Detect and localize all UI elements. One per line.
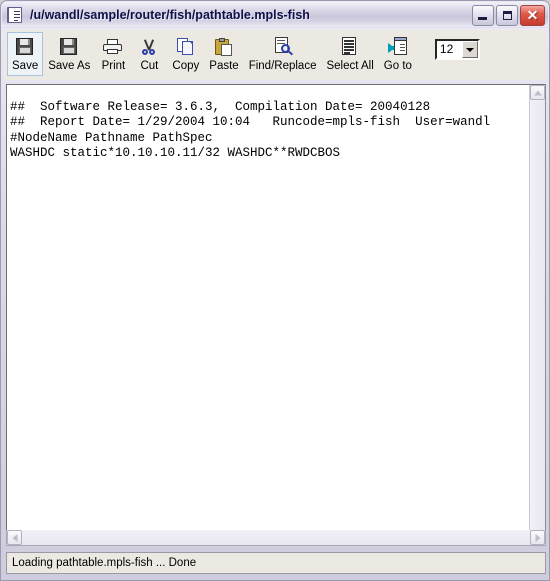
application-window-root: /u/wandl/sample/router/fish/pathtable.mp…: [0, 0, 550, 581]
horizontal-scrollbar[interactable]: [6, 530, 546, 546]
window-title: /u/wandl/sample/router/fish/pathtable.mp…: [30, 8, 310, 22]
floppy-disk-icon: [58, 36, 80, 58]
vertical-scrollbar[interactable]: [529, 85, 545, 545]
save-button-label: Save: [12, 60, 39, 72]
status-message: Loading pathtable.mpls-fish ... Done: [12, 557, 197, 569]
document-icon: [7, 6, 24, 24]
title-bar[interactable]: /u/wandl/sample/router/fish/pathtable.mp…: [2, 2, 548, 28]
select-all-button-label: Select All: [326, 60, 374, 72]
go-to-button[interactable]: Go to: [379, 32, 417, 76]
editor-content[interactable]: ## Software Release= 3.6.3, Compilation …: [10, 100, 527, 162]
floppy-disk-icon: [14, 36, 36, 58]
clipboard-icon: [213, 36, 235, 58]
status-bar: Loading pathtable.mpls-fish ... Done: [6, 552, 546, 574]
close-icon: ✕: [526, 7, 539, 23]
copy-button-label: Copy: [172, 60, 200, 72]
text-editor-window: /u/wandl/sample/router/fish/pathtable.mp…: [0, 0, 550, 581]
font-size-control: 12: [434, 37, 480, 61]
minimize-button[interactable]: [472, 4, 494, 26]
cut-button-label: Cut: [140, 60, 159, 72]
paste-button[interactable]: Paste: [204, 32, 243, 76]
find-replace-button-label: Find/Replace: [248, 60, 317, 72]
document-lines-icon: [339, 36, 361, 58]
minimize-icon: [478, 16, 487, 20]
save-as-button[interactable]: Save As: [43, 32, 95, 76]
scroll-right-arrow-icon: [535, 533, 540, 542]
find-replace-button[interactable]: Find/Replace: [244, 32, 322, 76]
scroll-left-arrow-icon: [12, 533, 17, 542]
scroll-left-button[interactable]: [7, 530, 22, 545]
text-editor-area[interactable]: ## Software Release= 3.6.3, Compilation …: [6, 84, 546, 546]
font-size-select[interactable]: 12: [434, 38, 480, 60]
chevron-down-icon[interactable]: [461, 40, 478, 58]
font-size-value: 12: [436, 40, 462, 58]
scroll-up-button[interactable]: [530, 85, 545, 100]
caption-button-group: ✕: [472, 4, 545, 26]
scroll-up-arrow-icon: [533, 90, 542, 95]
goto-arrow-document-icon: [387, 36, 409, 58]
print-button-label: Print: [101, 60, 126, 72]
paste-button-label: Paste: [209, 60, 239, 72]
maximize-icon: [503, 10, 512, 20]
save-as-button-label: Save As: [48, 60, 91, 72]
close-button[interactable]: ✕: [520, 4, 545, 26]
cut-button[interactable]: Cut: [131, 32, 167, 76]
save-button[interactable]: Save: [7, 32, 44, 76]
select-all-button[interactable]: Select All: [321, 32, 378, 76]
toolbar: Save Save As Print Cut Copy Paste Find/R…: [4, 30, 546, 80]
magnifier-document-icon: [272, 36, 294, 58]
copy-pages-icon: [175, 36, 197, 58]
print-button[interactable]: Print: [95, 32, 131, 76]
go-to-button-label: Go to: [383, 60, 412, 72]
scroll-right-button[interactable]: [530, 530, 545, 545]
printer-icon: [102, 36, 124, 58]
copy-button[interactable]: Copy: [167, 32, 204, 76]
maximize-button[interactable]: [496, 4, 518, 26]
scissors-icon: [138, 36, 160, 58]
